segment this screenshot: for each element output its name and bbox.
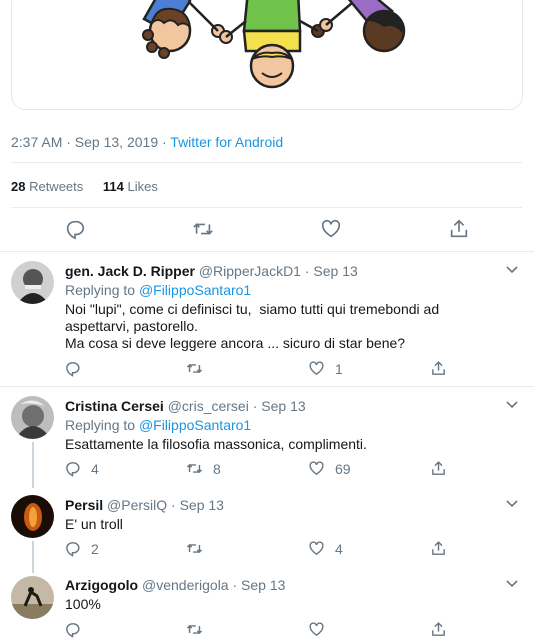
thread-line (32, 442, 34, 488)
retweet-button[interactable] (186, 540, 203, 557)
user-handle[interactable]: @cris_cersei · Sep 13 (164, 398, 306, 414)
replying-label: Replying to (65, 417, 139, 433)
share-button[interactable] (430, 621, 447, 638)
retweet-icon (186, 363, 203, 374)
tweet-text: E' un troll (65, 516, 123, 532)
heart-icon (309, 541, 324, 556)
retweet-icon (186, 543, 203, 554)
avatar[interactable] (11, 396, 54, 439)
share-icon (432, 541, 445, 555)
retweet-button[interactable] (186, 360, 203, 377)
divider (0, 251, 534, 252)
tweet-stats: 28 Retweets 114 Likes (11, 179, 158, 194)
reply-button[interactable]: 4 (64, 460, 99, 477)
user-name[interactable]: Cristina Cersei (65, 398, 164, 414)
reply-icon (66, 220, 85, 240)
mention-link[interactable]: @FilippoSantaro1 (139, 417, 251, 433)
share-button[interactable] (430, 360, 447, 377)
user-name[interactable]: Arzigogolo (65, 577, 138, 593)
like-button[interactable]: 1 (308, 360, 343, 377)
tweet-source-link[interactable]: Twitter for Android (170, 134, 283, 150)
replying-label: Replying to (65, 282, 139, 298)
share-icon (432, 461, 445, 475)
user-handle[interactable]: @PersilQ · Sep 13 (103, 497, 224, 513)
share-icon (450, 219, 468, 238)
reply-4: Arzigogolo @venderigola · Sep 13 100% (65, 577, 505, 613)
like-count: 69 (335, 460, 351, 477)
like-button[interactable] (320, 218, 342, 240)
share-button[interactable] (430, 540, 447, 557)
reply-button[interactable] (64, 621, 81, 638)
like-button[interactable]: 69 (308, 460, 351, 477)
tweet-image-card[interactable] (11, 0, 523, 110)
reply-count: 2 (91, 540, 99, 557)
share-icon (432, 361, 445, 375)
avatar[interactable] (11, 495, 54, 538)
retweet-button[interactable]: 8 (186, 460, 221, 477)
retweet-button[interactable] (186, 621, 203, 638)
chevron-down-icon[interactable] (506, 580, 518, 588)
reply-button[interactable] (64, 360, 81, 377)
reply-icon (66, 462, 80, 477)
divider (11, 207, 522, 208)
reply-2: Cristina Cersei @cris_cersei · Sep 13 Re… (65, 398, 505, 453)
tweet-text: 100% (65, 596, 101, 612)
reply-1: gen. Jack D. Ripper @RipperJackD1 · Sep … (65, 263, 505, 352)
heart-icon (309, 361, 324, 376)
reply-button[interactable]: 2 (64, 540, 99, 557)
tweet-text: Noi "lupi", come ci definisci tu, siamo … (65, 301, 440, 351)
retweets-stat[interactable]: 28 Retweets (11, 179, 83, 194)
avatar[interactable] (11, 261, 54, 304)
like-count: 4 (335, 540, 343, 557)
reply-icon (66, 362, 80, 377)
retweet-button[interactable] (192, 218, 214, 240)
chevron-down-icon[interactable] (506, 266, 518, 274)
tweet-text: Esattamente la filosofia massonica, comp… (65, 436, 367, 452)
tweet-timestamp: 2:37 AM · Sep 13, 2019 · Twitter for And… (11, 134, 283, 150)
likes-stat[interactable]: 114 Likes (103, 179, 158, 194)
like-button[interactable] (308, 621, 325, 638)
reply-3: Persil @PersilQ · Sep 13 E' un troll (65, 497, 505, 533)
divider (11, 162, 522, 163)
tweet-time[interactable]: 2:37 AM · Sep 13, 2019 · (11, 134, 170, 150)
user-name[interactable]: Persil (65, 497, 103, 513)
like-count: 1 (335, 360, 343, 377)
reply-icon (66, 542, 80, 557)
divider (0, 386, 534, 387)
user-name[interactable]: gen. Jack D. Ripper (65, 263, 195, 279)
heart-icon (309, 461, 324, 476)
heart-icon (309, 622, 324, 637)
reply-icon (66, 623, 80, 638)
retweet-icon (193, 223, 213, 235)
user-handle[interactable]: @venderigola · Sep 13 (138, 577, 285, 593)
avatar[interactable] (11, 576, 54, 619)
share-button[interactable] (430, 460, 447, 477)
retweet-icon (186, 624, 203, 635)
retweet-icon (186, 463, 203, 474)
share-button[interactable] (448, 218, 470, 240)
reply-button[interactable] (64, 218, 86, 240)
thread-line (32, 541, 34, 573)
chevron-down-icon[interactable] (506, 500, 518, 508)
chevron-down-icon[interactable] (506, 401, 518, 409)
user-handle[interactable]: @RipperJackD1 · Sep 13 (195, 263, 358, 279)
mention-link[interactable]: @FilippoSantaro1 (139, 282, 251, 298)
heart-icon (321, 219, 341, 238)
like-button[interactable]: 4 (308, 540, 343, 557)
retweet-count: 8 (213, 460, 221, 477)
children-holding-hands-illustration (142, 0, 406, 89)
reply-count: 4 (91, 460, 99, 477)
share-icon (432, 622, 445, 636)
